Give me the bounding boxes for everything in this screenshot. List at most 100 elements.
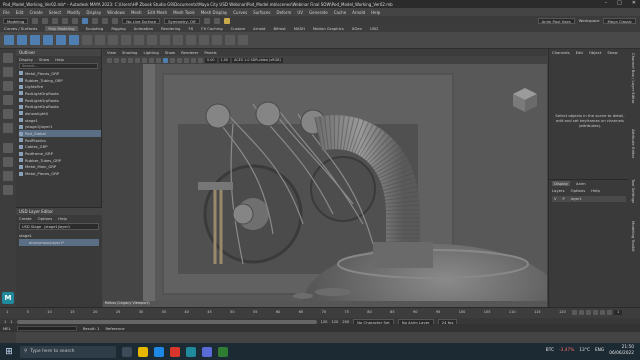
scene-render[interactable] bbox=[103, 64, 547, 301]
snap-grid-icon[interactable] bbox=[92, 17, 99, 24]
play-backward-icon[interactable] bbox=[586, 310, 591, 315]
range-start-field[interactable]: 1 bbox=[4, 320, 6, 324]
usd-stage-selector[interactable]: USD Stage |stage1|layer1 bbox=[19, 223, 99, 230]
menu-mesh-display[interactable]: Mesh Display bbox=[201, 10, 228, 15]
menu-cache[interactable]: Cache bbox=[334, 10, 346, 15]
select-tool-icon[interactable] bbox=[3, 53, 13, 63]
outliner-item[interactable]: PodLightGrpRoots bbox=[19, 90, 101, 97]
film-gate-icon[interactable] bbox=[142, 57, 147, 63]
wireframe-icon[interactable] bbox=[156, 57, 161, 63]
maya-taskbar-icon[interactable] bbox=[186, 346, 196, 357]
poly-cone-icon[interactable] bbox=[43, 35, 53, 45]
bevel-icon[interactable] bbox=[186, 35, 196, 45]
poly-torus-icon[interactable] bbox=[56, 35, 66, 45]
tray-clock[interactable]: 21:50 06/06/2022 bbox=[609, 345, 634, 356]
snap-point-icon[interactable] bbox=[112, 17, 119, 24]
side-tab-channel-box[interactable]: Channel Box / Layer Editor bbox=[631, 53, 636, 104]
usd-root-row[interactable]: stage1 bbox=[16, 232, 102, 238]
xray-icon[interactable] bbox=[198, 57, 203, 63]
channel-box-menu-show[interactable]: Show bbox=[607, 50, 617, 55]
menu-create[interactable]: Create bbox=[29, 10, 42, 15]
range-slider-bar[interactable] bbox=[16, 319, 317, 324]
single-perspective-icon[interactable] bbox=[3, 143, 13, 153]
outliner-menu-show[interactable]: Show bbox=[39, 57, 49, 62]
go-to-start-icon[interactable] bbox=[572, 310, 577, 315]
render-icon[interactable] bbox=[203, 17, 210, 24]
usd-layer-row[interactable]: anonymousLayer1* bbox=[19, 239, 99, 246]
outliner-item[interactable]: Podframe_GRP bbox=[19, 150, 101, 157]
go-to-end-icon[interactable] bbox=[607, 310, 612, 315]
snap-curve-icon[interactable] bbox=[102, 17, 109, 24]
scale-tool-icon[interactable] bbox=[3, 123, 13, 133]
extrude-icon[interactable] bbox=[160, 35, 170, 45]
layer-playback-toggle[interactable]: P bbox=[562, 197, 564, 201]
uv-editor-icon[interactable] bbox=[238, 35, 248, 45]
viewport-panel[interactable]: View Shading Lighting Show Renderer Pane… bbox=[103, 49, 547, 307]
persp-graph-icon[interactable] bbox=[3, 185, 13, 195]
viewport-menu-show[interactable]: Show bbox=[165, 50, 175, 55]
taskbar-search-input[interactable]: ⚲ Type here to search bbox=[20, 345, 116, 358]
poly-sphere-icon[interactable] bbox=[4, 35, 14, 45]
usd-menu-create[interactable]: Create bbox=[19, 216, 32, 221]
shelf-tab-mash[interactable]: MASH bbox=[294, 26, 305, 31]
render-settings-icon[interactable] bbox=[223, 17, 230, 24]
layer-menu-options[interactable]: Options bbox=[571, 188, 586, 193]
smooth-shade-icon[interactable] bbox=[163, 57, 168, 63]
redo-icon[interactable] bbox=[72, 17, 79, 24]
side-tab-modeling-toolkit[interactable]: Modeling Toolkit bbox=[631, 221, 636, 252]
live-surface-dropdown[interactable]: No Live Surface bbox=[122, 17, 161, 24]
file-explorer-icon[interactable] bbox=[138, 346, 148, 357]
outliner-item-selected[interactable]: Pod_Global bbox=[19, 130, 101, 137]
shelf-tab-poly-modeling[interactable]: Poly Modeling bbox=[45, 26, 78, 31]
menu-help[interactable]: Help bbox=[371, 10, 380, 15]
outliner-item[interactable]: Rubber_Tubes_GRP bbox=[19, 157, 101, 164]
shelf-tab-curves[interactable]: Curves / Surfaces bbox=[4, 26, 37, 31]
poly-cylinder-icon[interactable] bbox=[30, 35, 40, 45]
outliner-item[interactable]: Metal_Pieces_GRP bbox=[19, 70, 101, 77]
anim-end-field[interactable]: 200 bbox=[342, 320, 349, 324]
side-tab-attribute-editor[interactable]: Attribute Editor bbox=[631, 129, 636, 158]
exposure-field[interactable]: 0.00 bbox=[205, 57, 217, 63]
persp-outliner-icon[interactable] bbox=[3, 171, 13, 181]
menu-mesh[interactable]: Mesh bbox=[131, 10, 142, 15]
poly-disc-icon[interactable] bbox=[82, 35, 92, 45]
lasso-tool-icon[interactable] bbox=[3, 67, 13, 77]
menu-deform[interactable]: Deform bbox=[276, 10, 291, 15]
step-back-icon[interactable] bbox=[579, 310, 584, 315]
time-slider[interactable]: 1 5 10 15 20 25 30 35 40 45 50 55 60 65 … bbox=[0, 307, 640, 325]
display-layer-row[interactable]: V P layer1 bbox=[552, 196, 626, 202]
menu-mesh-tools[interactable]: Mesh Tools bbox=[173, 10, 195, 15]
outliner-item[interactable]: dshowlight0 bbox=[19, 110, 101, 117]
menu-arnold[interactable]: Arnold bbox=[352, 10, 365, 15]
select-hierarchy-icon[interactable] bbox=[82, 17, 89, 24]
tray-weather[interactable]: 13°C bbox=[579, 348, 590, 353]
four-view-icon[interactable] bbox=[3, 157, 13, 167]
move-tool-icon[interactable] bbox=[3, 95, 13, 105]
outliner-item[interactable]: PodPlastics bbox=[19, 137, 101, 144]
mirror-icon[interactable] bbox=[147, 35, 157, 45]
boolean-icon[interactable] bbox=[134, 35, 144, 45]
teams-icon[interactable] bbox=[202, 346, 212, 357]
channel-box-menu-channels[interactable]: Channels bbox=[552, 50, 570, 55]
usd-menu-options[interactable]: Options bbox=[38, 216, 53, 221]
rotate-tool-icon[interactable] bbox=[3, 109, 13, 119]
shelf-tab-xgen[interactable]: XGen bbox=[352, 26, 362, 31]
usd-menu-help[interactable]: Help bbox=[58, 216, 67, 221]
shadows-icon[interactable] bbox=[184, 57, 189, 63]
viewport-menu-renderer[interactable]: Renderer bbox=[181, 50, 198, 55]
layer-tab-anim[interactable]: Anim bbox=[576, 181, 586, 186]
shelf-tab-bifrost[interactable]: Bifrost bbox=[273, 26, 285, 31]
symmetry-dropdown[interactable]: Symmetry: Off bbox=[164, 17, 200, 24]
shelf-tab-motion-graphics[interactable]: Motion Graphics bbox=[313, 26, 344, 31]
quad-draw-icon[interactable] bbox=[225, 35, 235, 45]
bridge-icon[interactable] bbox=[173, 35, 183, 45]
current-frame-field[interactable]: 1 bbox=[614, 310, 623, 315]
step-forward-icon[interactable] bbox=[600, 310, 605, 315]
range-end-inner-field[interactable]: 120 bbox=[321, 320, 328, 324]
menu-windows[interactable]: Windows bbox=[107, 10, 125, 15]
outliner-item[interactable]: stage1 bbox=[19, 117, 101, 124]
combine-icon[interactable] bbox=[95, 35, 105, 45]
resolution-gate-icon[interactable] bbox=[149, 57, 154, 63]
shelf-tab-usd[interactable]: USD bbox=[370, 26, 378, 31]
textured-icon[interactable] bbox=[170, 57, 175, 63]
